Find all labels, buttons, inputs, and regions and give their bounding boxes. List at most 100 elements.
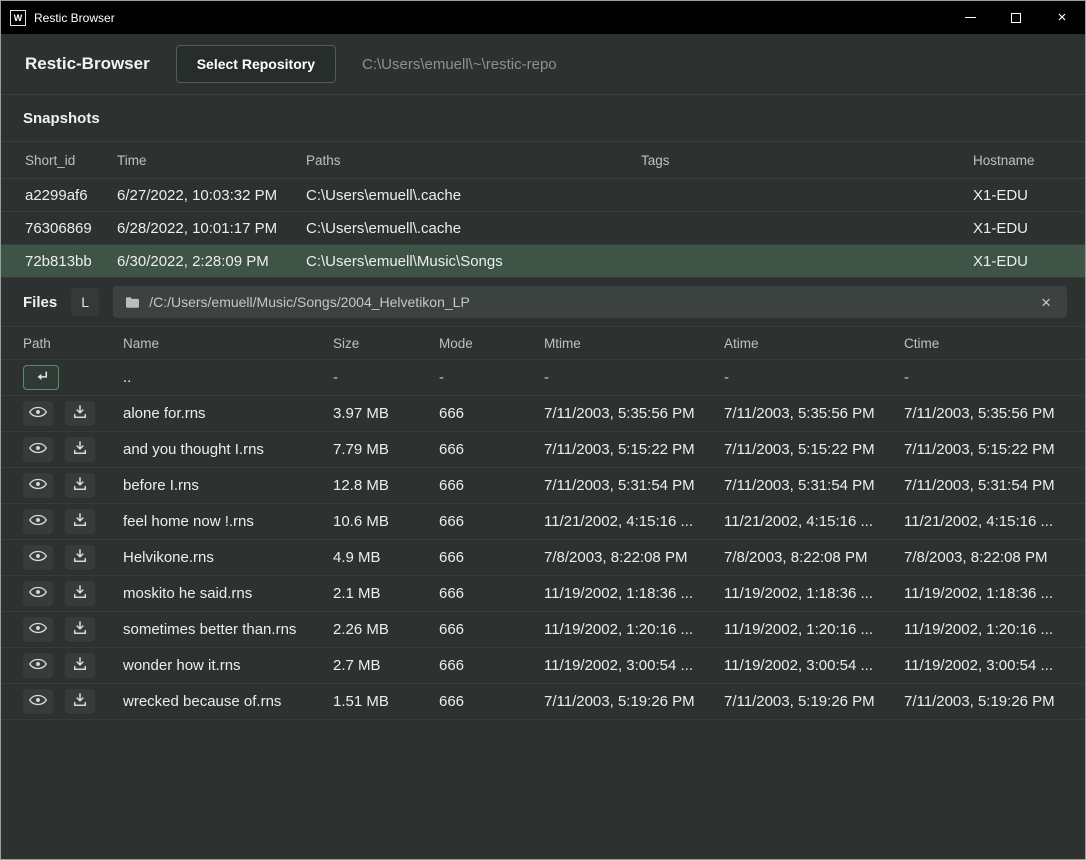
file-row: moskito he said.rns 2.1 MB 666 11/19/200…	[1, 576, 1085, 612]
preview-button[interactable]	[23, 581, 53, 606]
column-short-id: Short_id	[25, 153, 117, 168]
file-size: 3.97 MB	[333, 405, 439, 422]
snapshot-row-selected[interactable]: 72b813bb 6/30/2022, 2:28:09 PM C:\Users\…	[1, 245, 1085, 278]
preview-button[interactable]	[23, 473, 53, 498]
snapshot-short-id: 76306869	[25, 220, 117, 237]
file-row: feel home now !.rns 10.6 MB 666 11/21/20…	[1, 504, 1085, 540]
file-name[interactable]: and you thought I.rns	[123, 441, 333, 458]
column-paths: Paths	[306, 153, 641, 168]
preview-button[interactable]	[23, 653, 53, 678]
file-mtime: 11/19/2002, 1:18:36 ...	[544, 585, 724, 602]
file-mode: 666	[439, 477, 544, 494]
file-ctime: -	[904, 369, 1075, 386]
download-button[interactable]	[65, 473, 95, 498]
download-icon	[73, 513, 87, 530]
file-mtime: 7/8/2003, 8:22:08 PM	[544, 549, 724, 566]
select-repository-button[interactable]: Select Repository	[176, 45, 336, 83]
snapshot-row[interactable]: 76306869 6/28/2022, 10:01:17 PM C:\Users…	[1, 212, 1085, 245]
titlebar: W Restic Browser ×	[1, 1, 1085, 34]
window-title: Restic Browser	[34, 11, 115, 25]
file-row: wrecked because of.rns 1.51 MB 666 7/11/…	[1, 684, 1085, 720]
eye-icon	[29, 658, 47, 673]
download-button[interactable]	[65, 437, 95, 462]
snapshots-table: Short_id Time Paths Tags Hostname a2299a…	[1, 141, 1085, 278]
file-name[interactable]: sometimes better than.rns	[123, 621, 333, 638]
snapshots-heading: Snapshots	[1, 95, 1085, 141]
file-name[interactable]: alone for.rns	[123, 405, 333, 422]
preview-button[interactable]	[23, 401, 53, 426]
download-icon	[73, 441, 87, 458]
maximize-icon	[1011, 13, 1021, 23]
download-button[interactable]	[65, 581, 95, 606]
titlebar-left: W Restic Browser	[1, 10, 947, 26]
file-path: /C:/Users/emuell/Music/Songs/2004_Helvet…	[149, 294, 1028, 310]
maximize-button[interactable]	[993, 1, 1039, 34]
download-button[interactable]	[65, 689, 95, 714]
file-mode: 666	[439, 693, 544, 710]
column-path: Path	[23, 336, 123, 351]
file-path-bar[interactable]: /C:/Users/emuell/Music/Songs/2004_Helvet…	[113, 286, 1067, 318]
file-name[interactable]: ..	[123, 369, 333, 386]
file-mtime: 11/21/2002, 4:15:16 ...	[544, 513, 724, 530]
file-row: before I.rns 12.8 MB 666 7/11/2003, 5:31…	[1, 468, 1085, 504]
file-ctime: 7/11/2003, 5:15:22 PM	[904, 441, 1075, 458]
app-title: Restic-Browser	[25, 54, 150, 74]
files-heading: Files	[23, 294, 57, 311]
file-name[interactable]: before I.rns	[123, 477, 333, 494]
preview-button[interactable]	[23, 689, 53, 714]
clear-path-button[interactable]: ×	[1037, 292, 1055, 313]
column-size: Size	[333, 336, 439, 351]
list-mode-button[interactable]: L	[71, 288, 99, 316]
file-atime: 11/19/2002, 1:20:16 ...	[724, 621, 904, 638]
download-button[interactable]	[65, 509, 95, 534]
file-size: -	[333, 369, 439, 386]
column-time: Time	[117, 153, 306, 168]
column-ctime: Ctime	[904, 336, 1075, 351]
snapshot-time: 6/27/2022, 10:03:32 PM	[117, 187, 306, 204]
download-button[interactable]	[65, 545, 95, 570]
file-mode: 666	[439, 657, 544, 674]
file-row: alone for.rns 3.97 MB 666 7/11/2003, 5:3…	[1, 396, 1085, 432]
column-name: Name	[123, 336, 333, 351]
file-ctime: 7/8/2003, 8:22:08 PM	[904, 549, 1075, 566]
file-size: 2.7 MB	[333, 657, 439, 674]
eye-icon	[29, 442, 47, 457]
download-button[interactable]	[65, 617, 95, 642]
download-button[interactable]	[65, 653, 95, 678]
preview-button[interactable]	[23, 437, 53, 462]
download-icon	[73, 405, 87, 422]
file-atime: 7/8/2003, 8:22:08 PM	[724, 549, 904, 566]
close-button[interactable]: ×	[1039, 1, 1085, 34]
file-name[interactable]: wonder how it.rns	[123, 657, 333, 674]
file-atime: 7/11/2003, 5:35:56 PM	[724, 405, 904, 422]
file-name[interactable]: moskito he said.rns	[123, 585, 333, 602]
file-atime: 11/21/2002, 4:15:16 ...	[724, 513, 904, 530]
file-name[interactable]: feel home now !.rns	[123, 513, 333, 530]
file-name[interactable]: wrecked because of.rns	[123, 693, 333, 710]
file-row: and you thought I.rns 7.79 MB 666 7/11/2…	[1, 432, 1085, 468]
eye-icon	[29, 622, 47, 637]
eye-icon	[29, 478, 47, 493]
column-mode: Mode	[439, 336, 544, 351]
snapshot-row[interactable]: a2299af6 6/27/2022, 10:03:32 PM C:\Users…	[1, 179, 1085, 212]
files-table: Path Name Size Mode Mtime Atime Ctime ..…	[1, 326, 1085, 720]
files-bar: Files L /C:/Users/emuell/Music/Songs/200…	[1, 278, 1085, 326]
file-size: 4.9 MB	[333, 549, 439, 566]
download-button[interactable]	[65, 401, 95, 426]
preview-button[interactable]	[23, 617, 53, 642]
file-size: 7.79 MB	[333, 441, 439, 458]
file-mode: 666	[439, 621, 544, 638]
file-size: 2.26 MB	[333, 621, 439, 638]
minimize-button[interactable]	[947, 1, 993, 34]
file-mtime: -	[544, 369, 724, 386]
file-mtime: 7/11/2003, 5:19:26 PM	[544, 693, 724, 710]
files-table-header: Path Name Size Mode Mtime Atime Ctime	[1, 326, 1085, 360]
preview-button[interactable]	[23, 545, 53, 570]
column-hostname: Hostname	[973, 153, 1061, 168]
download-icon	[73, 477, 87, 494]
file-name[interactable]: Helvikone.rns	[123, 549, 333, 566]
go-up-button[interactable]	[23, 365, 59, 390]
snapshot-time: 6/30/2022, 2:28:09 PM	[117, 253, 306, 270]
preview-button[interactable]	[23, 509, 53, 534]
app-logo-icon: W	[10, 10, 26, 26]
